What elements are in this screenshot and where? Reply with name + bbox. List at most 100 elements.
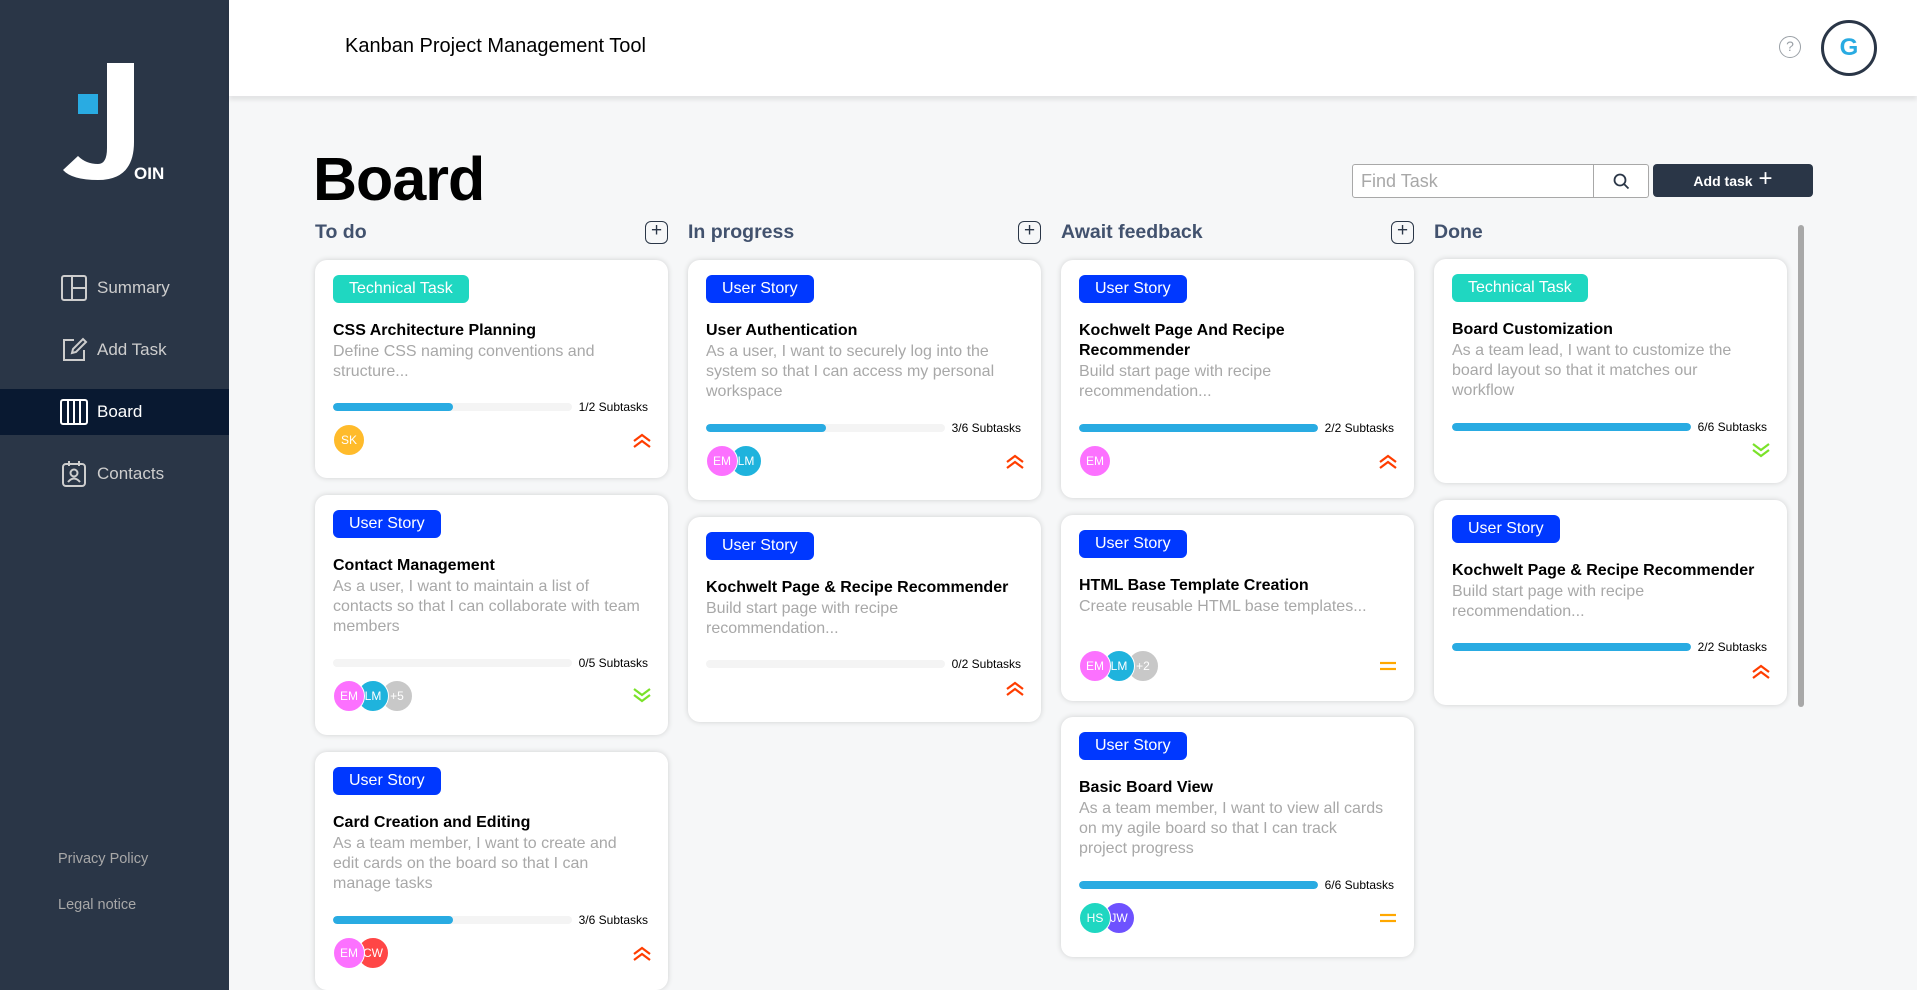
category-badge: User Story [706, 532, 814, 560]
card-description: Build start page with recipe recommendat… [1452, 583, 1645, 620]
add-card-icon[interactable]: + [1391, 220, 1414, 244]
card-description: As a user, I want to maintain a list of … [333, 578, 640, 635]
task-card[interactable]: User Story Card Creation and Editing As a … [315, 752, 668, 990]
privacy-policy-link[interactable]: Privacy Policy [58, 851, 148, 867]
task-card[interactable]: User Story User Authentication As a user, … [688, 260, 1041, 500]
category-badge: User Story [1452, 515, 1560, 543]
card-title: HTML Base Template Creation [1079, 577, 1309, 594]
summary-icon [61, 275, 87, 301]
contacts-icon [62, 461, 86, 487]
progress-fill [1452, 423, 1691, 431]
join-logo[interactable]: OIN [60, 60, 170, 190]
subtask-progress-bar [333, 916, 572, 924]
column-header: To do + [315, 220, 668, 244]
legal-notice-link[interactable]: Legal notice [58, 897, 136, 913]
priority-urgent-icon [1751, 663, 1771, 679]
subtask-count: 6/6 Subtasks [1324, 878, 1394, 892]
task-card[interactable]: User Story Kochwelt Page & Recipe Recomme… [1434, 500, 1787, 705]
card-title: Kochwelt Page & Recipe Recommender [1452, 562, 1755, 579]
progress-fill [1079, 881, 1318, 889]
app-title: Kanban Project Management Tool [345, 35, 646, 57]
sidebar: OIN Summary Add Task Board Contacts Priv… [0, 0, 229, 990]
sidebar-item-label: Contacts [97, 464, 165, 483]
task-card[interactable]: User Story HTML Base Template Creation Cre… [1061, 515, 1414, 701]
task-card[interactable]: User Story Kochwelt Page & Recipe Recomme… [688, 517, 1041, 722]
plus-icon: + [1758, 165, 1773, 192]
avatar: EM [333, 937, 365, 969]
subtask-progress-bar [1452, 423, 1691, 431]
priority-urgent-icon [632, 945, 652, 961]
priority-urgent-icon [632, 432, 652, 448]
logo-text: OIN [134, 164, 165, 183]
add-task-button[interactable]: Add task + [1653, 164, 1813, 197]
assignee-avatars: EM CW [333, 937, 389, 969]
progress-fill [1079, 424, 1318, 432]
search-box [1352, 164, 1649, 198]
card-title: Card Creation and Editing [333, 814, 531, 831]
assignee-avatars: EM [1079, 445, 1111, 477]
task-card[interactable]: Technical Task CSS Architecture Planning D… [315, 260, 668, 478]
column-title: Done [1434, 220, 1483, 243]
avatar: SK [333, 424, 365, 456]
progress-fill [706, 424, 826, 432]
subtask-progress-bar [706, 424, 945, 432]
scrollbar[interactable] [1798, 225, 1804, 707]
priority-low-icon [632, 688, 652, 704]
help-icon[interactable]: ? [1779, 36, 1801, 58]
sidebar-item-add-task[interactable]: Add Task [0, 327, 229, 373]
subtask-progress-bar [333, 659, 572, 667]
subtask-progress-bar [1079, 881, 1318, 889]
column-title: In progress [688, 220, 795, 243]
sidebar-item-summary[interactable]: Summary [0, 265, 229, 311]
board-icon [60, 399, 88, 425]
priority-medium-icon [1378, 658, 1398, 674]
subtask-count: 0/5 Subtasks [578, 656, 648, 670]
sidebar-nav: Summary Add Task Board Contacts [0, 265, 229, 513]
avatar: EM [333, 680, 365, 712]
category-badge: User Story [333, 510, 441, 538]
card-title: CSS Architecture Planning [333, 322, 536, 339]
user-avatar[interactable]: G [1821, 20, 1877, 76]
subtask-count: 1/2 Subtasks [578, 400, 648, 414]
priority-urgent-icon [1005, 453, 1025, 469]
subtask-progress-bar [1452, 643, 1691, 651]
sidebar-item-label: Add Task [97, 340, 167, 359]
sidebar-item-label: Board [97, 402, 143, 421]
card-description: Create reusable HTML base templates... [1079, 598, 1367, 615]
assignee-avatars: EM LM +2 [1079, 650, 1159, 682]
add-task-icon [63, 337, 88, 361]
sidebar-item-contacts[interactable]: Contacts [0, 451, 229, 497]
add-card-icon[interactable]: + [645, 220, 668, 244]
column-header: In progress + [688, 220, 1041, 244]
card-title: Kochwelt Page And Recipe Recommender [1079, 322, 1285, 359]
card-title: User Authentication [706, 322, 858, 339]
search-icon [1613, 173, 1629, 189]
progress-fill [1452, 643, 1691, 651]
column-header: Done [1434, 220, 1787, 244]
task-card[interactable]: User Story Kochwelt Page And Recipe Recom… [1061, 260, 1414, 498]
category-badge: User Story [1079, 732, 1187, 760]
task-card[interactable]: User Story Basic Board View As a team memb… [1061, 717, 1414, 957]
card-title: Contact Management [333, 557, 495, 574]
header: Kanban Project Management Tool ? G [229, 0, 1917, 96]
card-title: Kochwelt Page & Recipe Recommender [706, 579, 1009, 596]
subtask-count: 3/6 Subtasks [578, 913, 648, 927]
sidebar-item-board[interactable]: Board [0, 389, 229, 435]
card-description: As a user, I want to securely log into t… [706, 343, 995, 400]
assignee-avatars: EM LM +5 [333, 680, 413, 712]
column-title: Await feedback [1061, 220, 1203, 243]
priority-low-icon [1751, 443, 1771, 459]
task-card[interactable]: Technical Task Board Customization As a te… [1434, 259, 1787, 483]
add-card-icon[interactable]: + [1018, 220, 1041, 244]
progress-fill [333, 916, 453, 924]
search-button[interactable] [1593, 165, 1648, 197]
card-description: Define CSS naming conventions and struct… [333, 343, 595, 380]
subtask-count: 6/6 Subtasks [1697, 420, 1767, 434]
task-card[interactable]: User Story Contact Management As a user, I… [315, 495, 668, 735]
search-input[interactable] [1353, 165, 1593, 197]
card-description: Build start page with recipe recommendat… [1079, 363, 1272, 400]
column-title: To do [315, 220, 367, 243]
assignee-avatars: SK [333, 424, 365, 456]
category-badge: User Story [1079, 275, 1187, 303]
subtask-count: 0/2 Subtasks [951, 657, 1021, 671]
